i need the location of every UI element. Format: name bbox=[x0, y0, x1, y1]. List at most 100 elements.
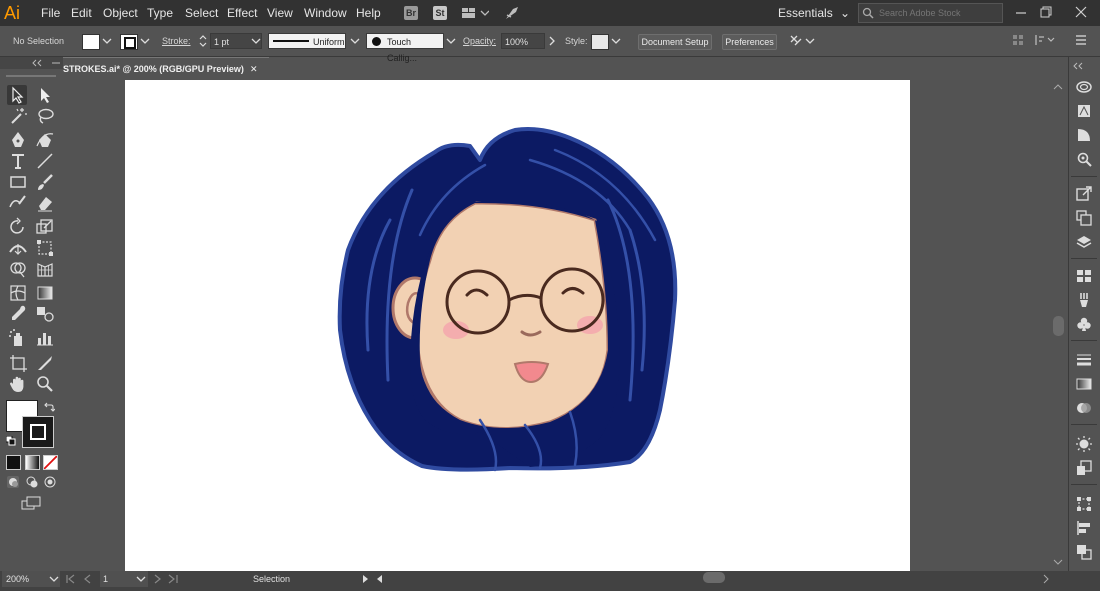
zoom-dropdown-icon[interactable] bbox=[48, 574, 60, 584]
stroke-swatch[interactable] bbox=[120, 34, 138, 50]
panel-dock-handle[interactable] bbox=[1072, 62, 1096, 70]
appearance-icon[interactable] bbox=[1076, 436, 1092, 452]
brush-dropdown[interactable] bbox=[445, 34, 457, 48]
rotate-tool-icon[interactable] bbox=[8, 217, 28, 237]
rectangle-tool-icon[interactable] bbox=[8, 172, 28, 192]
symbol-sprayer-tool-icon[interactable] bbox=[8, 328, 28, 348]
next-last-artboard-icons[interactable] bbox=[152, 574, 182, 584]
transparency-icon[interactable] bbox=[1076, 400, 1092, 416]
menu-window[interactable]: Window bbox=[302, 0, 349, 26]
swatches-icon[interactable] bbox=[1076, 268, 1092, 284]
style-dropdown[interactable] bbox=[610, 34, 622, 48]
layers-icon[interactable] bbox=[1076, 234, 1092, 250]
stroke-color-swatch[interactable] bbox=[22, 416, 54, 448]
hand-tool-icon[interactable] bbox=[8, 374, 28, 394]
tools-panel-handle[interactable] bbox=[0, 57, 63, 69]
lasso-tool-icon[interactable] bbox=[35, 106, 55, 126]
pen-tool-icon[interactable] bbox=[8, 130, 28, 150]
navigator-icon[interactable] bbox=[1076, 151, 1092, 167]
eyedropper-tool-icon[interactable] bbox=[8, 304, 28, 324]
girl-illustration[interactable] bbox=[330, 120, 690, 490]
align-icon[interactable] bbox=[1076, 520, 1092, 536]
brush-definition[interactable]: Touch Callig... bbox=[366, 33, 444, 63]
panel-menu-icon[interactable] bbox=[1075, 34, 1087, 46]
color-guide-icon[interactable] bbox=[1076, 127, 1092, 143]
menu-type[interactable]: Type bbox=[145, 0, 175, 26]
artboard-dropdown-icon[interactable] bbox=[135, 574, 147, 584]
stroke-weight-dropdown[interactable] bbox=[250, 34, 262, 48]
scale-tool-icon[interactable] bbox=[35, 217, 55, 237]
mesh-tool-icon[interactable] bbox=[8, 283, 28, 303]
opacity-arrow-icon[interactable] bbox=[546, 34, 558, 48]
properties-icon[interactable] bbox=[1076, 103, 1092, 119]
menu-edit[interactable]: Edit bbox=[69, 0, 94, 26]
shape-builder-tool-icon[interactable] bbox=[8, 259, 28, 279]
menu-file[interactable]: File bbox=[39, 0, 62, 26]
stock-search-box[interactable] bbox=[858, 3, 1003, 23]
draw-behind-icon[interactable] bbox=[25, 475, 39, 489]
export-icon[interactable] bbox=[1076, 186, 1092, 202]
vertical-scroll-thumb[interactable] bbox=[1053, 316, 1064, 336]
opacity-field[interactable]: 100% bbox=[501, 33, 545, 49]
zoom-tool-icon[interactable] bbox=[35, 374, 55, 394]
graphic-style-swatch[interactable] bbox=[591, 34, 609, 50]
bridge-icon[interactable]: Br bbox=[404, 6, 418, 20]
blend-tool-icon[interactable] bbox=[35, 304, 55, 324]
status-menu-arrows[interactable] bbox=[360, 573, 384, 585]
stroke-panel-icon[interactable] bbox=[1076, 352, 1092, 368]
arrange-documents-icon[interactable] bbox=[461, 6, 489, 20]
default-colors-icon[interactable] bbox=[6, 436, 16, 446]
width-tool-icon[interactable] bbox=[8, 238, 28, 258]
slice-tool-icon[interactable] bbox=[35, 353, 55, 373]
arrange-icon[interactable] bbox=[788, 33, 816, 49]
menu-help[interactable]: Help bbox=[354, 0, 383, 26]
preferences-button[interactable]: Preferences bbox=[722, 34, 777, 50]
close-tab-icon[interactable]: ✕ bbox=[250, 58, 258, 80]
selection-tool-icon[interactable] bbox=[7, 85, 27, 105]
eraser-tool-icon[interactable] bbox=[35, 193, 55, 213]
draw-inside-icon[interactable] bbox=[43, 475, 57, 489]
restore-button[interactable] bbox=[1034, 0, 1060, 26]
gradient-panel-icon[interactable] bbox=[1076, 376, 1092, 392]
profile-dropdown[interactable] bbox=[349, 34, 361, 48]
close-window-button[interactable] bbox=[1068, 0, 1094, 26]
artboards-icon[interactable] bbox=[1076, 210, 1092, 226]
symbols-icon[interactable] bbox=[1076, 316, 1092, 332]
paintbrush-tool-icon[interactable] bbox=[35, 172, 55, 192]
column-graph-tool-icon[interactable] bbox=[35, 328, 55, 348]
perspective-grid-tool-icon[interactable] bbox=[35, 259, 55, 279]
opacity-label[interactable]: Opacity: bbox=[463, 26, 496, 56]
face-shape[interactable] bbox=[416, 201, 610, 430]
graphic-styles-icon[interactable] bbox=[1076, 460, 1092, 476]
change-screen-mode-icon[interactable] bbox=[21, 496, 41, 510]
first-previous-artboard-icons[interactable] bbox=[64, 574, 100, 584]
gpu-performance-icon[interactable] bbox=[504, 5, 520, 21]
stroke-dropdown[interactable] bbox=[139, 34, 151, 48]
swap-colors-icon[interactable] bbox=[43, 401, 55, 413]
curvature-tool-icon[interactable] bbox=[35, 130, 55, 150]
stroke-label[interactable]: Stroke: bbox=[162, 26, 191, 56]
document-tab[interactable]: STROKES.ai* @ 200% (RGB/GPU Preview) ✕ bbox=[63, 57, 269, 80]
line-segment-tool-icon[interactable] bbox=[35, 151, 55, 171]
artboard-tool-icon[interactable] bbox=[8, 353, 28, 373]
transform-panel-icon[interactable] bbox=[1034, 33, 1058, 47]
fill-dropdown[interactable] bbox=[101, 34, 113, 48]
menu-effect[interactable]: Effect bbox=[225, 0, 259, 26]
type-tool-icon[interactable] bbox=[8, 151, 28, 171]
free-transform-tool-icon[interactable] bbox=[35, 238, 55, 258]
gradient-mode-icon[interactable] bbox=[25, 455, 40, 470]
stroke-stepper-icon[interactable] bbox=[198, 33, 208, 49]
scroll-right-icon[interactable] bbox=[1040, 573, 1052, 585]
variable-width-profile[interactable]: Uniform bbox=[268, 33, 346, 49]
menu-select[interactable]: Select bbox=[183, 0, 220, 26]
menu-object[interactable]: Object bbox=[101, 0, 140, 26]
pathfinder-icon[interactable] bbox=[1076, 544, 1092, 560]
stock-icon[interactable]: St bbox=[433, 6, 447, 20]
horizontal-scroll-thumb[interactable] bbox=[703, 572, 725, 583]
search-input[interactable] bbox=[877, 5, 1001, 21]
shaper-tool-icon[interactable] bbox=[8, 193, 28, 213]
minimize-button[interactable] bbox=[1008, 0, 1034, 26]
fill-swatch[interactable] bbox=[82, 34, 100, 50]
document-setup-button[interactable]: Document Setup bbox=[638, 34, 712, 50]
direct-selection-tool-icon[interactable] bbox=[35, 85, 55, 105]
